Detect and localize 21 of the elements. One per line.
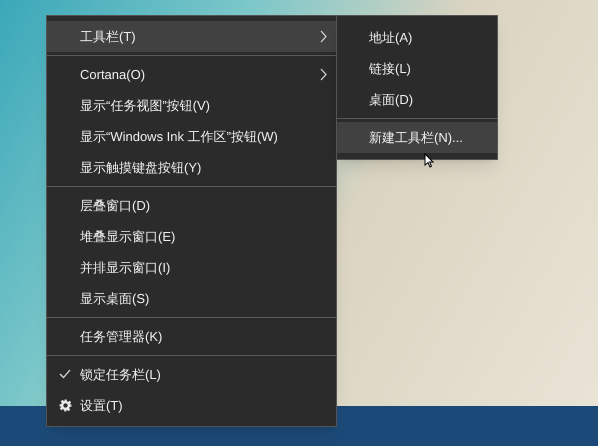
menu-item[interactable]: 堆叠显示窗口(E) (47, 221, 336, 252)
menu-item[interactable]: 设置(T) (47, 390, 336, 421)
chevron-right-icon (320, 68, 327, 81)
gear-icon (59, 399, 72, 412)
menu-item[interactable]: 地址(A) (337, 22, 497, 53)
menu-item[interactable]: 锁定任务栏(L) (47, 359, 336, 390)
menu-item[interactable]: 桌面(D) (337, 84, 497, 115)
menu-item[interactable]: 任务管理器(K) (47, 321, 336, 352)
checkmark-icon (59, 369, 71, 379)
menu-item[interactable]: 显示触摸键盘按钮(Y) (47, 152, 336, 183)
menu-item[interactable]: 并排显示窗口(I) (47, 252, 336, 283)
menu-item[interactable]: 显示“Windows Ink 工作区”按钮(W) (47, 121, 336, 152)
menu-item[interactable]: 显示桌面(S) (47, 283, 336, 314)
menu-item[interactable]: 新建工具栏(N)... (337, 122, 497, 153)
menu-item[interactable]: 显示“任务视图”按钮(V) (47, 90, 336, 121)
menu-item[interactable]: 链接(L) (337, 53, 497, 84)
mouse-pointer-icon (424, 153, 434, 168)
menu-item[interactable]: 工具栏(T) (47, 21, 336, 52)
menu-item[interactable]: Cortana(O) (47, 59, 336, 90)
chevron-right-icon (320, 30, 327, 43)
menu-item[interactable]: 层叠窗口(D) (47, 190, 336, 221)
